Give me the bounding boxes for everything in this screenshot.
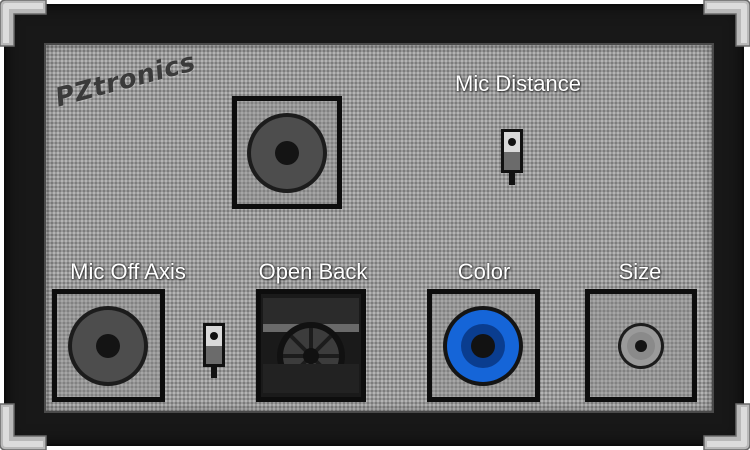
open-back-cabinet-icon: [261, 294, 361, 397]
mic-off-axis-speaker-button[interactable]: [52, 289, 165, 402]
mic-off-axis-switch[interactable]: [202, 322, 226, 378]
speaker-cone-icon: [443, 306, 523, 386]
mic-off-axis-label: Mic Off Axis: [70, 259, 186, 284]
corner-protector-top-right: [700, 0, 750, 50]
open-back-label: Open Back: [258, 259, 368, 284]
size-speaker-button[interactable]: [585, 289, 697, 402]
corner-protector-bottom-right: [700, 400, 750, 450]
corner-protector-top-left: [0, 0, 50, 50]
size-label: Size: [618, 259, 662, 284]
mic-distance-label: Mic Distance: [455, 71, 581, 96]
speaker-cone-icon: [68, 306, 148, 386]
open-back-button[interactable]: [256, 289, 366, 402]
corner-protector-bottom-left: [0, 400, 50, 450]
speaker-select-button[interactable]: [232, 96, 342, 209]
color-speaker-button[interactable]: [427, 289, 540, 402]
color-label: Color: [457, 259, 511, 284]
mic-distance-switch[interactable]: [500, 128, 524, 186]
speaker-cone-icon: [247, 113, 327, 193]
speaker-cone-icon: [618, 323, 664, 369]
